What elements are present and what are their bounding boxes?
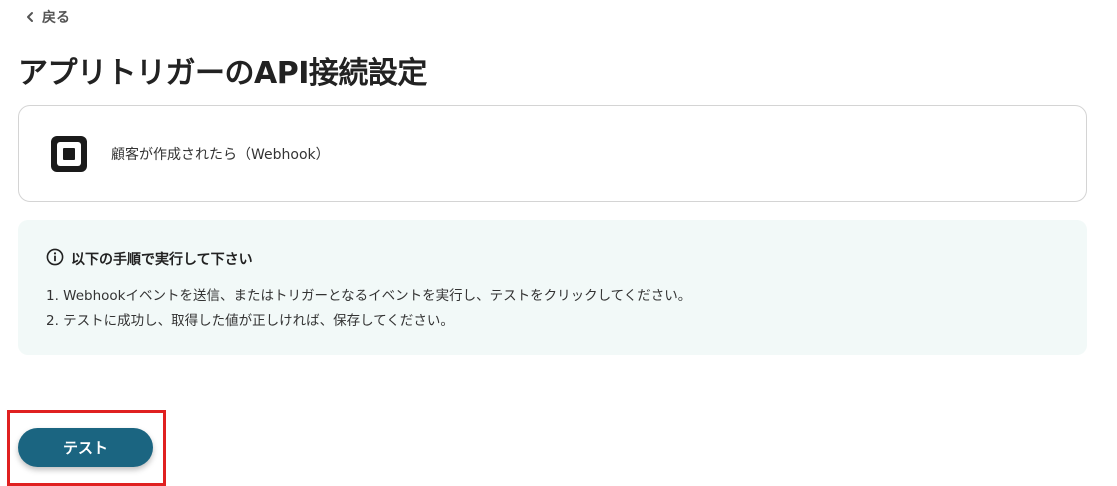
info-icon <box>46 248 64 270</box>
page: 戻る アプリトリガーのAPI接続設定 顧客が作成されたら（Webhook） 以下… <box>0 0 1117 486</box>
instructions-box: 以下の手順で実行して下さい 1. Webhookイベントを送信、またはトリガーと… <box>18 220 1087 355</box>
chevron-left-icon <box>24 11 36 23</box>
instruction-step: 2. テストに成功し、取得した値が正しければ、保存してください。 <box>46 313 454 329</box>
instructions-steps: 1. Webhookイベントを送信、またはトリガーとなるイベントを実行し、テスト… <box>46 284 1059 334</box>
trigger-label: 顧客が作成されたら（Webhook） <box>111 146 330 163</box>
instructions-heading-text: 以下の手順で実行して下さい <box>71 252 253 268</box>
test-button[interactable]: テスト <box>18 428 153 467</box>
back-label: 戻る <box>42 10 70 26</box>
instruction-step: 1. Webhookイベントを送信、またはトリガーとなるイベントを実行し、テスト… <box>46 288 692 304</box>
back-link[interactable]: 戻る <box>24 7 70 27</box>
page-title: アプリトリガーのAPI接続設定 <box>18 56 427 91</box>
square-logo-icon <box>51 135 87 172</box>
instructions-heading: 以下の手順で実行して下さい <box>46 248 1059 270</box>
trigger-card: 顧客が作成されたら（Webhook） <box>18 105 1087 202</box>
